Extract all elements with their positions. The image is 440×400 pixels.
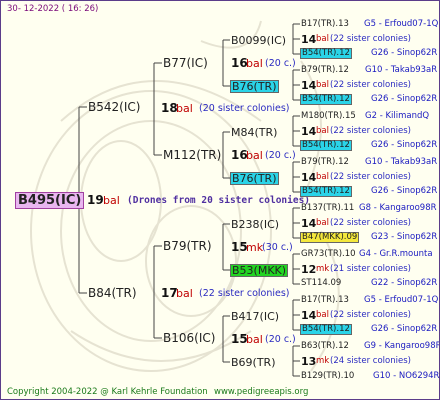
g4-row-2-year: 14 — [301, 33, 317, 46]
g2-queen-1-id: B77(IC) — [163, 56, 208, 70]
g2-queen-2-note: (20 c.) — [265, 150, 296, 161]
g3-queen-4-id: B76(TR) — [230, 172, 279, 185]
footer-site-link[interactable]: www.pedigreeapis.org — [214, 388, 308, 397]
g1-queen-1-breeder: bal — [176, 102, 193, 115]
g4-row-8-breeder: bal — [316, 126, 329, 136]
g4-row-8-year: 14 — [301, 125, 317, 138]
g4-row-20-year: 14 — [301, 309, 317, 322]
g4-row-20-note: (22 sister colonies) — [330, 310, 411, 320]
g4-row-22-id: B63(TR).12 — [301, 341, 349, 351]
g4-row-23-note: (24 sister colonies) — [330, 356, 411, 366]
g4-row-16-id: GR73(TR).10 — [301, 249, 356, 259]
g4-row-12-id: B54(TR).12 — [300, 186, 352, 197]
g4-row-14-year: 14 — [301, 217, 317, 230]
g4-row-15-id: B47(MKK).09 — [300, 232, 360, 243]
g4-row-5-year: 14 — [301, 79, 317, 92]
g1-queen-1-id: B542(IC) — [88, 100, 141, 114]
g4-row-9-id: B54(TR).12 — [300, 140, 352, 151]
g4-row-1-id: B17(TR).13 — [301, 19, 349, 29]
g4-row-12-origin: G26 - Sinop62R — [371, 186, 438, 196]
g4-row-4-id: B79(TR).12 — [301, 65, 349, 75]
g3-queen-3-id: M84(TR) — [231, 126, 278, 139]
g4-row-24-origin: G10 - NO6294R — [373, 371, 440, 381]
g2-queen-2-id: M112(TR) — [163, 148, 222, 162]
g4-row-13-id: B137(TR).11 — [301, 203, 355, 213]
g4-row-24-id: B129(TR).10 — [301, 371, 355, 381]
g4-row-7-id: M180(TR).15 — [301, 111, 356, 121]
g2-queen-4-breeder: bal — [246, 333, 263, 346]
g2-queen-4-note: (20 c.) — [265, 334, 296, 345]
g4-row-2-breeder: bal — [316, 34, 329, 44]
g3-queen-1-id: B0099(IC) — [231, 34, 287, 47]
g2-queen-4-id: B106(IC) — [163, 331, 216, 345]
root-year: 19 — [87, 193, 104, 207]
g4-row-10-origin: G10 - Takab93aR — [365, 157, 438, 167]
g4-row-6-id: B54(TR).12 — [300, 94, 352, 105]
g3-queen-2-id: B76(TR) — [230, 80, 279, 93]
g4-row-18-origin: G22 - Sinop62R — [371, 278, 438, 288]
pedigree-chart: 30- 12-2022 ( 16: 26) B495(IC) 19 bal (D… — [0, 0, 440, 400]
report-date: 30- 12-2022 ( 16: 26) — [7, 4, 99, 14]
g2-queen-3-breeder: mk — [246, 241, 264, 254]
g4-row-17-note: (21 sister colonies) — [330, 264, 411, 274]
g4-row-14-breeder: bal — [316, 218, 329, 228]
g4-row-7-origin: G2 - KilimandQ — [365, 111, 430, 121]
g3-queen-5-id: B238(IC) — [231, 218, 280, 231]
g4-row-6-origin: G26 - Sinop62R — [371, 94, 438, 104]
root-breeder: bal — [103, 194, 120, 207]
g2-queen-1-breeder: bal — [246, 57, 263, 70]
g4-row-22-origin: G9 - Kangaroo98R — [364, 341, 440, 351]
g2-queen-3-note: (30 c.) — [262, 242, 293, 253]
queen-root-id: B495(IC) — [15, 192, 85, 209]
g4-row-3-id: B54(TR).12 — [300, 48, 352, 59]
g4-row-23-year: 13 — [301, 355, 317, 368]
g4-row-16-origin: G4 - Gr.R.mounta — [359, 249, 433, 259]
footer-copyright: Copyright 2004-2022 @ Karl Kehrle Founda… — [7, 387, 208, 397]
g1-queen-2-id: B84(TR) — [88, 286, 137, 300]
g4-row-19-origin: G5 - Erfoud07-1Q — [364, 295, 439, 305]
g4-row-18-id: ST114.09 — [301, 278, 342, 288]
g2-queen-1-note: (20 c.) — [265, 58, 296, 69]
g4-row-23-breeder: mk — [316, 356, 330, 366]
g4-row-17-year: 12 — [301, 263, 317, 276]
g1-queen-1-note: (20 sister colonies) — [199, 103, 290, 114]
g2-queen-3-id: B79(TR) — [163, 239, 212, 253]
g4-row-1-origin: G5 - Erfoud07-1Q — [364, 19, 439, 29]
g4-row-4-origin: G10 - Takab93aR — [365, 65, 438, 75]
g4-row-5-breeder: bal — [316, 80, 329, 90]
g4-row-13-origin: G8 - Kangaroo98R — [359, 203, 437, 213]
g4-row-21-origin: G26 - Sinop62R — [371, 324, 438, 334]
g4-row-8-note: (22 sister colonies) — [330, 126, 411, 136]
g4-row-14-note: (22 sister colonies) — [330, 218, 411, 228]
g3-queen-6-id: B53(MKK) — [230, 264, 289, 277]
g4-row-17-breeder: mk — [316, 264, 330, 274]
g4-row-5-note: (22 sister colonies) — [330, 80, 411, 90]
g3-queen-7-id: B417(IC) — [231, 310, 280, 323]
g4-row-21-id: B54(TR).12 — [300, 324, 352, 335]
root-drone-note: (Drones from 20 sister colonies) — [127, 195, 311, 206]
g4-row-3-origin: G26 - Sinop62R — [371, 48, 438, 58]
g4-row-11-breeder: bal — [316, 172, 329, 182]
g2-queen-2-breeder: bal — [246, 149, 263, 162]
g4-row-20-breeder: bal — [316, 310, 329, 320]
g4-row-2-note: (22 sister colonies) — [330, 34, 411, 44]
g4-row-19-id: B17(TR).13 — [301, 295, 349, 305]
g4-row-9-origin: G26 - Sinop62R — [371, 140, 438, 150]
g1-queen-2-breeder: bal — [176, 287, 193, 300]
g4-row-11-note: (22 sister colonies) — [330, 172, 411, 182]
g4-row-10-id: B79(TR).12 — [301, 157, 349, 167]
g1-queen-2-note: (22 sister colonies) — [199, 288, 290, 299]
g3-queen-8-id: B69(TR) — [231, 356, 276, 369]
g4-row-11-year: 14 — [301, 171, 317, 184]
g4-row-15-origin: G23 - Sinop62R — [371, 232, 438, 242]
